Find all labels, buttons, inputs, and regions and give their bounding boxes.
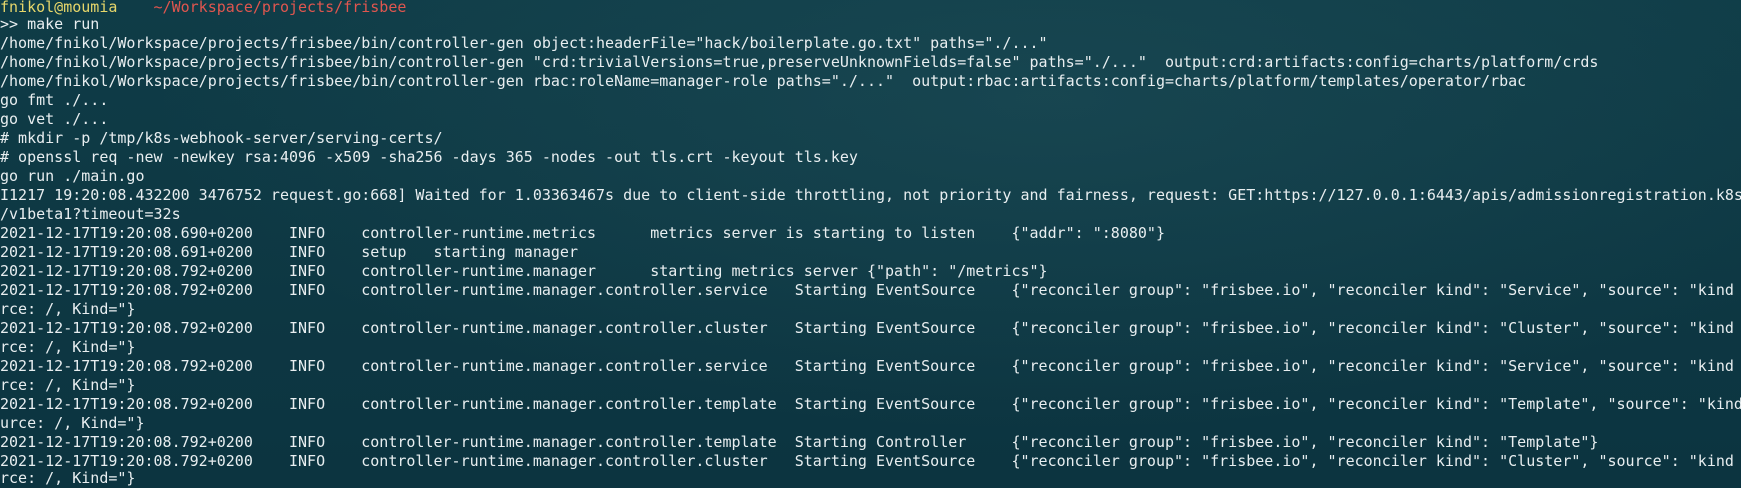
prompt-user: fnikol@moumia: [0, 0, 118, 16]
output-line: rce: /, Kind="}: [0, 300, 136, 318]
output-line: 2021-12-17T19:20:08.690+0200 INFO contro…: [0, 224, 1165, 242]
output-line: I1217 19:20:08.432200 3476752 request.go…: [0, 186, 1741, 204]
output-line: 2021-12-17T19:20:08.792+0200 INFO contro…: [0, 395, 1741, 413]
output-line: rce: /, Kind="}: [0, 469, 136, 487]
output-line: rce: /, Kind="}: [0, 376, 136, 394]
output-line: 2021-12-17T19:20:08.792+0200 INFO contro…: [0, 281, 1741, 299]
output-line: 2021-12-17T19:20:08.792+0200 INFO contro…: [0, 262, 1048, 280]
output-line: /home/fnikol/Workspace/projects/frisbee/…: [0, 53, 1599, 71]
output-line: # openssl req -new -newkey rsa:4096 -x50…: [0, 148, 858, 166]
output-line: # mkdir -p /tmp/k8s-webhook-server/servi…: [0, 129, 443, 147]
terminal-window[interactable]: fnikol@moumia ~/Workspace/projects/frisb…: [0, 0, 1741, 488]
output-line: /v1beta1?timeout=32s: [0, 205, 181, 223]
output-line: 2021-12-17T19:20:08.792+0200 INFO contro…: [0, 357, 1741, 375]
output-line: go vet ./...: [0, 110, 109, 128]
output-line: >> make run: [0, 15, 100, 33]
output-line: urce: /, Kind="}: [0, 414, 145, 432]
output-line: rce: /, Kind="}: [0, 338, 136, 356]
prompt-path: ~/Workspace/projects/frisbee: [153, 0, 407, 16]
output-line: go fmt ./...: [0, 91, 109, 109]
output-line: 2021-12-17T19:20:08.691+0200 INFO setup …: [0, 243, 578, 261]
output-line: go run ./main.go: [0, 167, 145, 185]
output-line: 2021-12-17T19:20:08.792+0200 INFO contro…: [0, 433, 1599, 451]
output-line: 2021-12-17T19:20:08.792+0200 INFO contro…: [0, 319, 1741, 337]
output-line: /home/fnikol/Workspace/projects/frisbee/…: [0, 34, 1048, 52]
output-line: /home/fnikol/Workspace/projects/frisbee/…: [0, 72, 1527, 90]
